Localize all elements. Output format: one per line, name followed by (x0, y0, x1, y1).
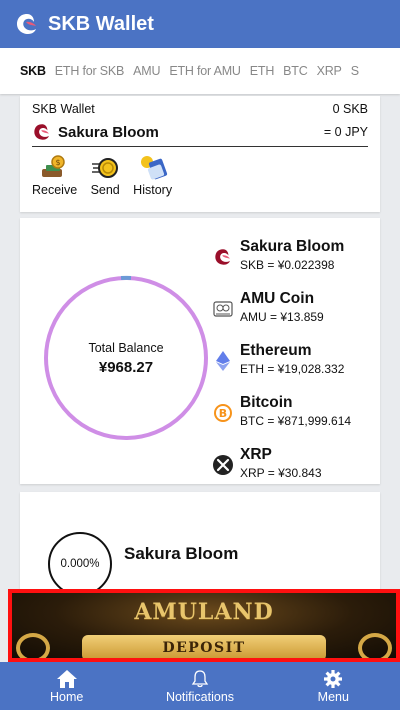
tab-more[interactable]: S (351, 64, 359, 78)
coin-name: Ethereum (240, 342, 312, 359)
history-button[interactable]: History (133, 155, 172, 197)
ad-banner[interactable]: AMULAND DEPOSIT (8, 589, 400, 662)
tab-eth-for-amu[interactable]: ETH for AMU (169, 64, 241, 78)
percent-circle: 0.000% (48, 532, 112, 596)
nav-home-label: Home (49, 689, 84, 704)
sakura-icon (34, 124, 49, 140)
tab-eth-for-skb[interactable]: ETH for SKB (55, 64, 125, 78)
coin-item-xrp[interactable]: XRP XRP = ¥30.843 (212, 446, 351, 498)
coin-rate: BTC = ¥871,999.614 (240, 414, 352, 428)
deposit-label: DEPOSIT (162, 640, 246, 656)
send-label: Send (90, 183, 120, 197)
coin-name: Bitcoin (240, 394, 293, 411)
coin-name: XRP (240, 446, 272, 463)
receive-button[interactable]: $ Receive (32, 155, 77, 197)
deposit-button[interactable]: DEPOSIT (82, 635, 326, 658)
home-icon (56, 669, 77, 688)
total-balance-value: ¥968.27 (98, 358, 154, 376)
coin-item-skb[interactable]: Sakura Bloom SKB = ¥0.022398 (212, 238, 351, 290)
coin-rate: ETH = ¥19,028.332 (240, 362, 345, 376)
coin-item-btc[interactable]: B Bitcoin BTC = ¥871,999.614 (212, 394, 351, 446)
receive-icon: $ (39, 155, 71, 181)
nav-notifications[interactable]: Notifications (133, 662, 266, 710)
coin-rate: AMU = ¥13.859 (240, 310, 324, 324)
coin-rate: XRP = ¥30.843 (240, 466, 322, 480)
nav-notifications-label: Notifications (165, 689, 235, 704)
app-bar: SKB Wallet (0, 0, 400, 48)
nav-home[interactable]: Home (0, 662, 133, 710)
svg-text:$: $ (55, 158, 60, 167)
bell-icon (191, 669, 209, 687)
banner-ornament-left (16, 633, 50, 658)
nav-menu-label: Menu (317, 689, 349, 704)
wallet-card: SKB Wallet 0 SKB Sakura Bloom = 0 JPY $ … (20, 96, 380, 212)
coin-tabs: SKB ETH for SKB AMU ETH for AMU ETH BTC … (0, 48, 400, 94)
tab-btc[interactable]: BTC (283, 64, 308, 78)
bitcoin-icon: B (212, 402, 234, 424)
history-icon (137, 155, 169, 181)
wallet-jpy: = 0 JPY (323, 125, 368, 139)
sakura-logo-icon (17, 14, 36, 34)
coin-name: AMU Coin (240, 290, 315, 307)
coin-item-amu[interactable]: AMU Coin AMU = ¥13.859 (212, 290, 351, 342)
send-button[interactable]: Send (89, 155, 121, 197)
coin-name: Sakura Bloom (240, 238, 345, 255)
coin-list: Sakura Bloom SKB = ¥0.022398 AMU Coin AM… (212, 238, 351, 498)
balance-center: Total Balance ¥968.27 (40, 272, 212, 444)
balance-card: Total Balance ¥968.27 Sakura Bloom SKB =… (20, 218, 380, 484)
banner-brand: AMULAND (134, 599, 274, 625)
coin-detail-card[interactable]: 0.000% Sakura Bloom (20, 492, 380, 602)
send-icon (89, 155, 121, 181)
receive-label: Receive (32, 183, 78, 197)
coin-item-eth[interactable]: Ethereum ETH = ¥19,028.332 (212, 342, 351, 394)
gear-icon (324, 669, 343, 688)
coin-rate: SKB = ¥0.022398 (240, 258, 335, 272)
detail-coin-name: Sakura Bloom (124, 544, 239, 563)
banner-ornament-right (358, 633, 392, 658)
sakura-icon (212, 246, 234, 268)
tab-skb[interactable]: SKB (20, 64, 46, 78)
tab-xrp[interactable]: XRP (317, 64, 342, 78)
wallet-coin: Sakura Bloom (32, 122, 159, 142)
wallet-label: SKB Wallet (32, 102, 95, 116)
wallet-amount: 0 SKB (332, 102, 368, 116)
nav-menu[interactable]: Menu (267, 662, 400, 710)
bottom-nav: Home Notifications Menu (0, 662, 400, 710)
history-label: History (133, 183, 173, 197)
xrp-icon (212, 454, 234, 476)
tab-amu[interactable]: AMU (133, 64, 160, 78)
amu-icon (212, 298, 234, 320)
tab-eth[interactable]: ETH (250, 64, 275, 78)
app-title: SKB Wallet (48, 12, 154, 35)
total-balance-label: Total Balance (88, 340, 164, 355)
svg-text:B: B (219, 407, 227, 420)
wallet-coin-name: Sakura Bloom (58, 123, 159, 141)
ethereum-icon (212, 350, 234, 372)
